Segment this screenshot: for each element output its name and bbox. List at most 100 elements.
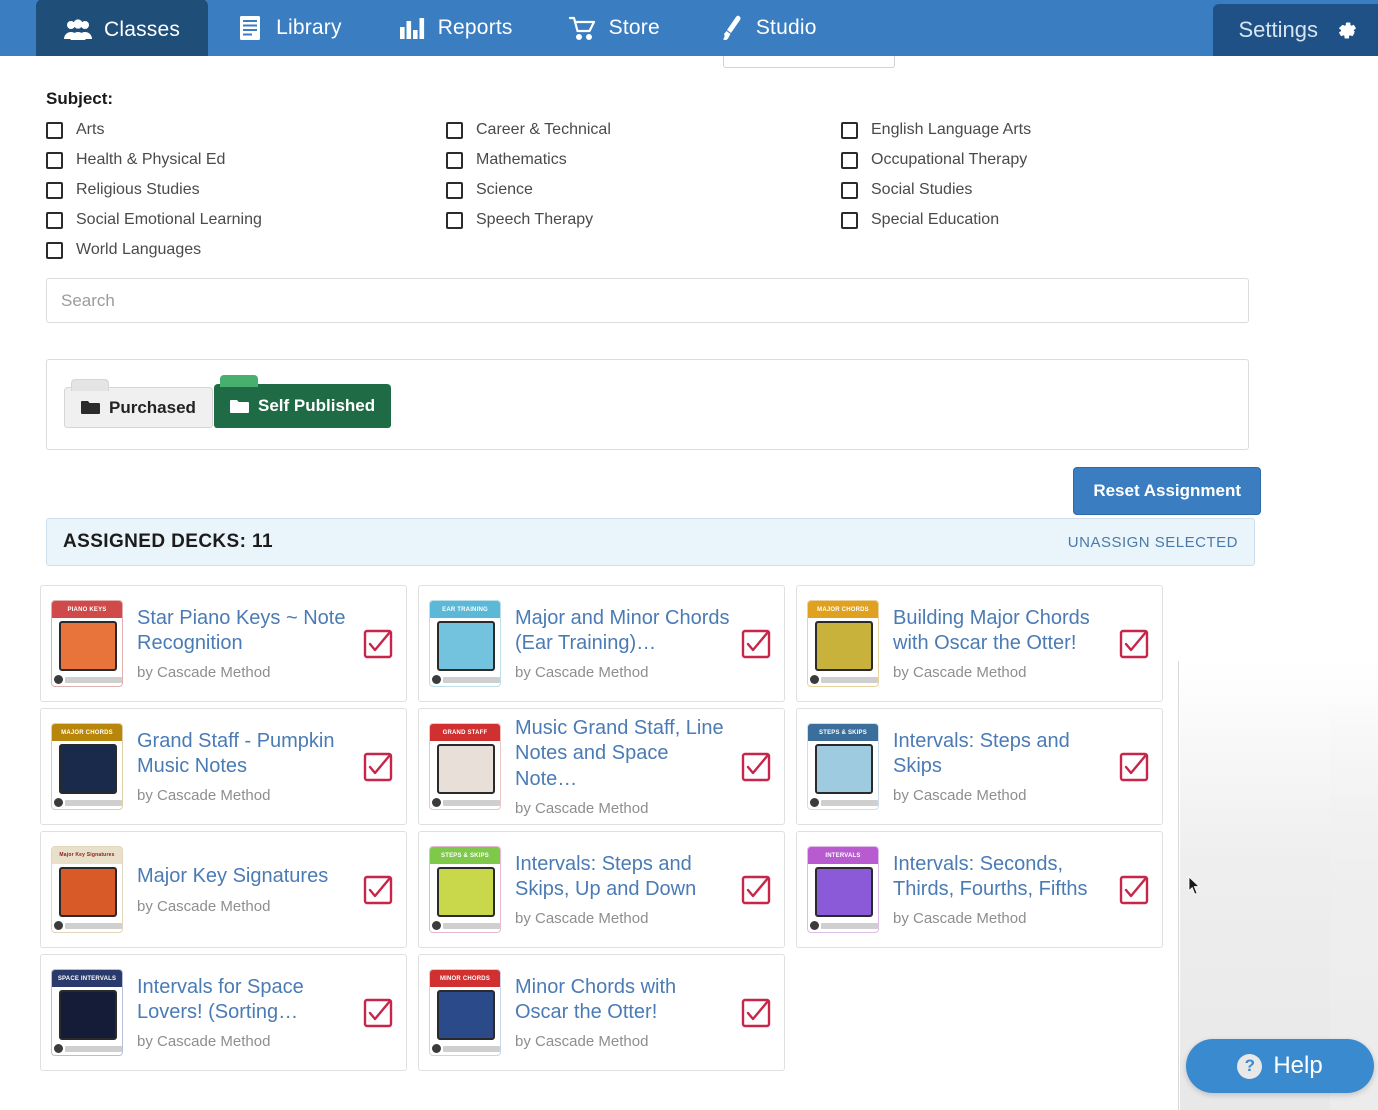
deck-thumbnail: MAJOR CHORDS (51, 723, 123, 810)
nav-left-spacer (0, 0, 36, 56)
deck-card[interactable]: MAJOR CHORDS Grand Staff - Pumpkin Music… (40, 708, 407, 825)
deck-info: Major and Minor Chords (Ear Training)… b… (501, 606, 735, 682)
checkbox-icon[interactable] (841, 181, 858, 199)
checkbox-icon[interactable] (446, 211, 463, 229)
deck-title: Minor Chords with Oscar the Otter! (515, 975, 677, 1023)
shopping-cart-icon (568, 15, 597, 41)
subject-checkbox-occupational-therapy[interactable]: Occupational Therapy (841, 149, 1241, 171)
checkbox-icon[interactable] (446, 151, 463, 169)
deck-checkbox-checked-icon[interactable] (363, 629, 393, 659)
checkbox-icon[interactable] (46, 211, 63, 229)
subject-checkbox-arts[interactable]: Arts (46, 119, 446, 141)
deck-checkbox-checked-icon[interactable] (363, 752, 393, 782)
nav-item-studio[interactable]: Studio (688, 0, 845, 56)
checkbox-icon[interactable] (446, 181, 463, 199)
deck-checkbox-checked-icon[interactable] (741, 875, 771, 905)
nav-label-store: Store (608, 16, 660, 39)
deck-thumbnail-screen (59, 867, 117, 917)
nav-item-classes[interactable]: Classes (36, 0, 209, 61)
deck-card[interactable]: INTERVALS Intervals: Seconds, Thirds, Fo… (796, 831, 1163, 948)
deck-card[interactable]: STEPS & SKIPS Intervals: Steps and Skips… (418, 831, 785, 948)
deck-thumbnail-header: MAJOR CHORDS (52, 724, 122, 741)
subject-checkbox-health-physical-ed[interactable]: Health & Physical Ed (46, 149, 446, 171)
subject-checkbox-science[interactable]: Science (446, 179, 841, 201)
folder-tab-label-self-published: Self Published (258, 396, 376, 415)
deck-info: Grand Staff - Pumpkin Music Notes by Cas… (123, 729, 357, 805)
settings-button[interactable]: Settings (1212, 4, 1378, 56)
nav-label-studio: Studio (755, 16, 817, 39)
deck-thumbnail-screen (59, 990, 117, 1040)
subject-checkbox-mathematics[interactable]: Mathematics (446, 149, 841, 171)
deck-card[interactable]: EAR TRAINING Major and Minor Chords (Ear… (418, 585, 785, 702)
deck-thumbnail: GRAND STAFF (429, 723, 501, 810)
reset-assignment-button[interactable]: Reset Assignment (1073, 467, 1261, 515)
deck-card[interactable]: STEPS & SKIPS Intervals: Steps and Skips… (796, 708, 1163, 825)
nav-item-reports[interactable]: Reports (370, 0, 541, 56)
deck-checkbox-checked-icon[interactable] (741, 752, 771, 782)
deck-thumbnail-screen (59, 621, 117, 671)
deck-checkbox-checked-icon[interactable] (741, 998, 771, 1028)
checkbox-icon[interactable] (841, 151, 858, 169)
deck-author: by Cascade Method (515, 800, 649, 818)
subject-checkbox-career-technical[interactable]: Career & Technical (446, 119, 841, 141)
deck-title: Major and Minor Chords (Ear Training)… (515, 606, 730, 654)
deck-info: Intervals for Space Lovers! (Sorting… by… (123, 975, 357, 1051)
deck-checkbox-checked-icon[interactable] (1119, 629, 1149, 659)
nav-item-library[interactable]: Library (208, 0, 370, 56)
subject-checkbox-social-emotional-learning[interactable]: Social Emotional Learning (46, 209, 446, 231)
folder-tab-label-purchased: Purchased (109, 397, 196, 417)
deck-info: Major Key Signatures by Cascade Method (123, 864, 357, 914)
deck-card[interactable]: MINOR CHORDS Minor Chords with Oscar the… (418, 954, 785, 1071)
deck-thumbnail-header: MINOR CHORDS (430, 970, 500, 987)
deck-card[interactable]: PIANO KEYS Star Piano Keys ~ Note Recogn… (40, 585, 407, 702)
deck-checkbox-checked-icon[interactable] (363, 875, 393, 905)
checkbox-icon[interactable] (446, 121, 463, 139)
bar-chart-icon (398, 15, 426, 41)
deck-thumbnail-screen (59, 744, 117, 794)
checkbox-icon[interactable] (46, 241, 63, 259)
deck-checkbox-checked-icon[interactable] (1119, 875, 1149, 905)
deck-thumbnail-screen (815, 621, 873, 671)
deck-thumbnail: MINOR CHORDS (429, 969, 501, 1056)
deck-checkbox-checked-icon[interactable] (363, 998, 393, 1028)
deck-author: by Cascade Method (515, 1033, 649, 1051)
checkbox-icon[interactable] (46, 121, 63, 139)
subject-checkbox-english-language-arts[interactable]: English Language Arts (841, 119, 1241, 141)
nav-label-reports: Reports (437, 16, 513, 39)
folder-tab-purchased[interactable]: Purchased (64, 379, 213, 428)
page-content: Subject: Arts Career & Technical English… (0, 56, 1378, 1110)
deck-card[interactable]: Major Key Signatures Major Key Signature… (40, 831, 407, 948)
nav-item-store[interactable]: Store (541, 0, 688, 56)
checkbox-icon[interactable] (841, 211, 858, 229)
mouse-cursor (1188, 876, 1201, 895)
deck-thumbnail-screen (437, 990, 495, 1040)
deck-card[interactable]: SPACE INTERVALS Intervals for Space Love… (40, 954, 407, 1071)
search-input[interactable] (46, 278, 1249, 323)
deck-card[interactable]: GRAND STAFF Music Grand Staff, Line Note… (418, 708, 785, 825)
subject-checkbox-religious-studies[interactable]: Religious Studies (46, 179, 446, 201)
subject-checkbox-special-education[interactable]: Special Education (841, 209, 1241, 231)
unassign-selected-button[interactable]: UNASSIGN SELECTED (1068, 534, 1238, 551)
deck-thumbnail-footer (432, 674, 500, 685)
subject-heading: Subject: (46, 89, 114, 108)
checkbox-icon[interactable] (46, 151, 63, 169)
deck-checkbox-checked-icon[interactable] (1119, 752, 1149, 782)
paintbrush-icon (716, 15, 744, 41)
checkbox-icon[interactable] (46, 181, 63, 199)
subject-checkbox-speech-therapy[interactable]: Speech Therapy (446, 209, 841, 231)
deck-checkbox-checked-icon[interactable] (741, 629, 771, 659)
checkbox-icon[interactable] (841, 121, 858, 139)
deck-thumbnail-footer (432, 797, 500, 808)
subject-checkbox-social-studies[interactable]: Social Studies (841, 179, 1241, 201)
deck-thumbnail-footer (54, 674, 122, 685)
deck-author: by Cascade Method (893, 787, 1027, 805)
gear-icon (1332, 17, 1360, 43)
help-button[interactable]: ? Help (1186, 1039, 1374, 1093)
deck-card[interactable]: MAJOR CHORDS Building Major Chords with … (796, 585, 1163, 702)
deck-thumbnail-header: MAJOR CHORDS (808, 601, 878, 618)
deck-thumbnail-footer (54, 1043, 122, 1054)
nav-label-library: Library (276, 16, 342, 39)
deck-thumbnail-footer (54, 797, 122, 808)
subject-checkbox-world-languages[interactable]: World Languages (46, 239, 446, 261)
folder-tab-self-published[interactable]: Self Published (214, 375, 392, 428)
